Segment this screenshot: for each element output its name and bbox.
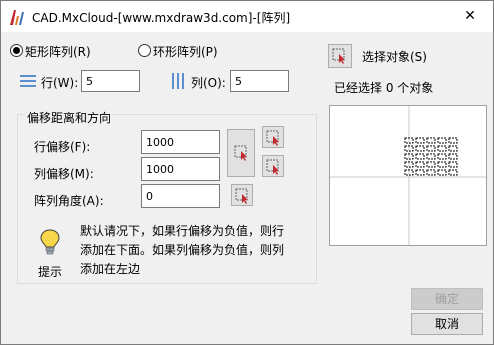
select-objects-label[interactable]: 选择对象(S) [362, 48, 427, 65]
window-title: CAD.MxCloud-[www.mxdraw3d.com]-[阵列] [32, 11, 291, 25]
offset-group-title: 偏移距离和方向 [25, 109, 114, 126]
rows-label: 行(W): [41, 76, 79, 90]
preview-array-item [448, 145, 458, 152]
pick-cursor-icon [266, 159, 279, 175]
preview-array-item [437, 137, 447, 144]
pick-cursor-icon [234, 145, 247, 161]
preview-array-item [448, 169, 458, 176]
app-logo-icon [10, 10, 24, 25]
columns-label: 列(O): [191, 76, 226, 90]
ok-button[interactable]: 确定 [411, 288, 483, 310]
hint-text: 默认请况下，如果行偏移为负值，则行添加在下面。如果列偏移为负值，则列添加在左边 [80, 224, 285, 276]
columns-icon [172, 73, 184, 89]
preview-array-item [437, 145, 447, 152]
hint-label: 提示 [38, 265, 63, 279]
preview-array-item [415, 161, 425, 168]
preview-array-item [448, 137, 458, 144]
preview-array-item [426, 169, 436, 176]
pick-cursor-icon [332, 48, 345, 64]
lightbulb-icon [40, 229, 60, 255]
pick-row-offset-button[interactable] [262, 126, 284, 148]
preview-array-item [437, 161, 447, 168]
column-offset-label: 列偏移(M): [34, 167, 94, 181]
selection-status: 已经选择 0 个对象 [334, 81, 434, 95]
preview-array-item [426, 161, 436, 168]
preview-array-item [426, 137, 436, 144]
row-offset-label: 行偏移(F): [34, 140, 91, 154]
preview-array-item [437, 169, 447, 176]
preview-array-item [448, 161, 458, 168]
preview-array-item [415, 145, 425, 152]
row-offset-input[interactable] [141, 130, 220, 154]
columns-input[interactable] [230, 70, 289, 92]
preview-array-item [437, 153, 447, 160]
rows-input[interactable] [81, 70, 140, 92]
rect-array-label[interactable]: 矩形阵列(R) [25, 43, 91, 60]
preview-array-item [415, 137, 425, 144]
polar-array-radio[interactable] [138, 44, 151, 57]
preview-array-item [415, 153, 425, 160]
preview-array-item [426, 145, 436, 152]
pick-cursor-icon [266, 130, 279, 146]
pick-cursor-icon [235, 188, 248, 204]
array-dialog: CAD.MxCloud-[www.mxdraw3d.com]-[阵列] ✕ 矩形… [0, 0, 494, 345]
close-button[interactable]: ✕ [447, 1, 493, 32]
rect-array-radio[interactable] [10, 44, 23, 57]
title-bar[interactable]: CAD.MxCloud-[www.mxdraw3d.com]-[阵列] ✕ [1, 1, 493, 32]
select-objects-button[interactable] [328, 44, 352, 68]
pick-both-offsets-button[interactable] [227, 129, 255, 177]
preview-array-item [415, 169, 425, 176]
array-preview [329, 105, 487, 246]
polar-array-label[interactable]: 环形阵列(P) [153, 43, 218, 60]
pick-angle-button[interactable] [231, 184, 253, 206]
pick-column-offset-button[interactable] [262, 155, 284, 177]
preview-array-item [426, 153, 436, 160]
array-angle-label: 阵列角度(A): [34, 194, 104, 208]
preview-canvas [330, 106, 486, 245]
rows-icon [20, 75, 36, 87]
column-offset-input[interactable] [141, 157, 220, 181]
preview-array-item [448, 153, 458, 160]
array-angle-input[interactable] [141, 184, 220, 208]
cancel-button[interactable]: 取消 [411, 313, 483, 335]
